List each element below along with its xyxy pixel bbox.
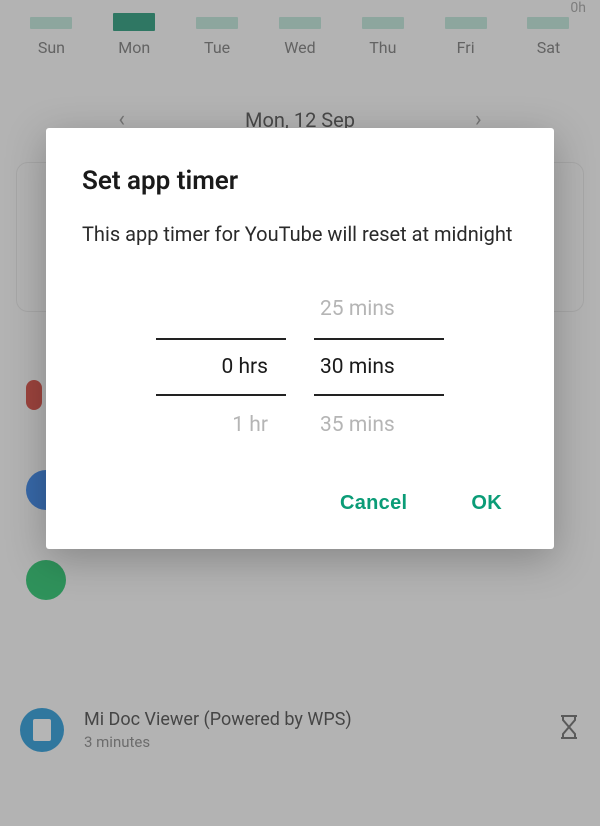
minutes-wheel[interactable]: 25 mins 30 mins 35 mins <box>314 280 444 454</box>
dialog-actions: Cancel OK <box>82 484 518 523</box>
hours-prev[interactable] <box>156 280 286 338</box>
ok-button[interactable]: OK <box>461 484 512 523</box>
time-picker: 0 hrs 1 hr 25 mins 30 mins 35 mins <box>82 280 518 454</box>
dialog-title: Set app timer <box>82 166 518 196</box>
minutes-selected[interactable]: 30 mins <box>314 338 444 396</box>
minutes-prev[interactable]: 25 mins <box>314 280 444 338</box>
dialog-description: This app timer for YouTube will reset at… <box>82 220 518 248</box>
cancel-button[interactable]: Cancel <box>330 484 417 523</box>
minutes-next[interactable]: 35 mins <box>314 396 444 454</box>
hours-wheel[interactable]: 0 hrs 1 hr <box>156 280 286 454</box>
set-app-timer-dialog: Set app timer This app timer for YouTube… <box>46 128 554 549</box>
hours-next[interactable]: 1 hr <box>156 396 286 454</box>
hours-selected[interactable]: 0 hrs <box>156 338 286 396</box>
